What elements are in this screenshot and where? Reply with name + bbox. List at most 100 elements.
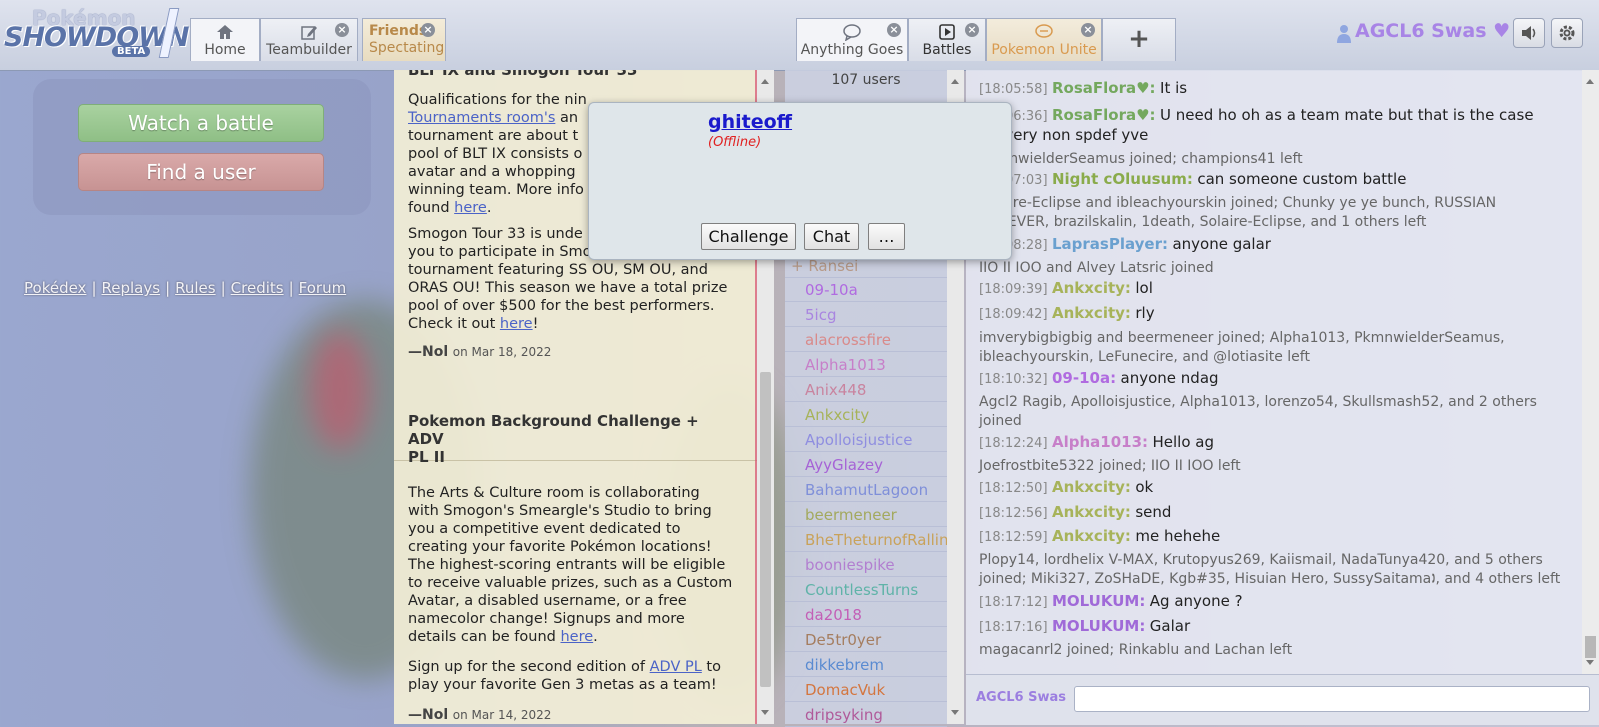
user-list-item[interactable]: booniespike [785, 553, 947, 577]
scroll-down-icon[interactable] [1586, 660, 1594, 665]
footer-links: Pokédex | Replays | Rules | Credits | Forum [24, 279, 346, 297]
chat-notice: Solaire-Eclipse and ibleachyourskin join… [979, 194, 1575, 232]
user-list-item[interactable]: 09-10a [785, 278, 947, 302]
message-username[interactable]: RosaFlora♥: [1052, 106, 1156, 124]
message-username[interactable]: RosaFlora♥: [1052, 79, 1156, 97]
message-username[interactable]: 09-10a: [1052, 369, 1116, 387]
link-separator: | [288, 279, 294, 297]
showdown-logo[interactable]: Pokémon SHOWDOWN BETA [4, 4, 190, 60]
new-tab-button[interactable]: + [1102, 18, 1176, 61]
find-user-button[interactable]: Find a user [78, 153, 324, 191]
close-icon[interactable]: × [887, 23, 901, 37]
pokedex-link[interactable]: Pokédex [24, 279, 86, 297]
watch-battle-button[interactable]: Watch a battle [78, 104, 324, 142]
message-text: Galar [1149, 617, 1191, 635]
popup-username-link[interactable]: ghiteoff [708, 111, 792, 133]
chat-notice: Plopy14, lordhelix V-MAX, Krutopyus269, … [979, 551, 1575, 589]
message-text: ok [1135, 478, 1154, 496]
message-username[interactable]: Alpha1013: [1052, 433, 1148, 451]
more-options-button[interactable]: … [868, 223, 905, 250]
scroll-down-icon[interactable] [951, 710, 959, 715]
here-link[interactable]: here [454, 200, 487, 216]
chat-notice: PkmnwielderSeamus joined; champions41 le… [979, 150, 1575, 169]
message-username[interactable]: Ankxcity: [1052, 527, 1131, 545]
forum-link[interactable]: Forum [299, 279, 347, 297]
rules-link[interactable]: Rules [175, 279, 215, 297]
chat-notice: IIO II IOO and Alvey Latsric joined [979, 259, 1575, 278]
news-text: pool of BLT IX consists o [408, 146, 583, 162]
sound-button[interactable] [1513, 18, 1545, 48]
user-list-item[interactable]: dripsyking [785, 703, 947, 727]
user-list-item[interactable]: Apolloisjustice [785, 428, 947, 452]
chat-button[interactable]: Chat [804, 223, 859, 250]
adv-pl-link[interactable]: ADV PL [650, 659, 702, 675]
scroll-up-icon[interactable] [761, 79, 769, 84]
user-list-item[interactable]: De5tr0yer [785, 628, 947, 652]
scroll-up-icon[interactable] [951, 79, 959, 84]
here-link[interactable]: here [500, 316, 533, 332]
user-list-item[interactable]: beermeneer [785, 503, 947, 527]
close-icon[interactable]: × [965, 23, 979, 37]
chat-scroll-thumb[interactable] [1585, 636, 1596, 658]
user-list-item[interactable]: alacrossfire [785, 328, 947, 352]
chat-message: [18:12:56] Ankxcity: send [979, 503, 1575, 523]
user-count[interactable]: 107 users [785, 72, 947, 88]
message-username[interactable]: MOLUKUM: [1052, 592, 1145, 610]
scroll-down-icon[interactable] [761, 710, 769, 715]
message-text: send [1135, 503, 1172, 521]
close-icon[interactable]: × [421, 23, 435, 37]
message-username[interactable]: Ankxcity: [1052, 503, 1131, 521]
settings-button[interactable] [1551, 18, 1583, 48]
tab-pokemon-unite[interactable]: Pokemon Unite × [986, 18, 1102, 61]
user-list-item[interactable]: AyyGlazey [785, 453, 947, 477]
current-username[interactable]: AGCL6 Swas ♥ [1355, 20, 1510, 42]
chat-message-input[interactable] [1074, 686, 1590, 712]
tab-anything-goes[interactable]: Anything Goes × [796, 18, 908, 61]
scroll-up-icon[interactable] [1586, 79, 1594, 84]
message-username[interactable]: Ankxcity: [1052, 478, 1131, 496]
news-text: with Smogon's Smeargle's Studio to bring [408, 503, 712, 519]
news-scroll-thumb[interactable] [760, 372, 771, 687]
chat-scrollbar[interactable] [1582, 70, 1599, 674]
user-list-item[interactable]: 5icg [785, 303, 947, 327]
user-list-item[interactable]: BheTheturnofRalling [785, 528, 947, 552]
user-list-item[interactable]: DomacVuk [785, 678, 947, 702]
message-username[interactable]: Ankxcity: [1052, 304, 1131, 322]
user-list-item[interactable]: Anix448 [785, 378, 947, 402]
user-list-item[interactable]: CountlessTurns [785, 578, 947, 602]
message-username[interactable]: Ankxcity: [1052, 279, 1131, 297]
news-text: Smogon Tour 33 is unde [408, 226, 583, 242]
news-date: on Mar 18, 2022 [452, 345, 552, 359]
user-list-item[interactable]: da2018 [785, 603, 947, 627]
message-text: U need ho oh as a team mate but that is … [1160, 106, 1534, 124]
message-username[interactable]: Night cOluusum: [1052, 170, 1193, 188]
tab-teambuilder[interactable]: Teambuilder × [260, 18, 358, 61]
replays-link[interactable]: Replays [102, 279, 161, 297]
here-link[interactable]: here [560, 629, 593, 645]
news-text: ORAS OU! This season we have a total pri… [408, 280, 728, 296]
notice-text: PkmnwielderSeamus joined; champions41 le… [979, 151, 1303, 167]
user-list-item[interactable]: Alpha1013 [785, 353, 947, 377]
close-icon[interactable]: × [335, 23, 349, 37]
tournaments-room-link[interactable]: Tournaments room's [408, 110, 555, 126]
message-timestamp: [18:17:16] [979, 620, 1048, 635]
message-text: can someone custom battle [1197, 170, 1407, 188]
news-text: Check it out [408, 316, 500, 332]
challenge-button[interactable]: Challenge [701, 223, 796, 250]
news-title-line: Pokemon Background Challenge + ADV [408, 412, 699, 448]
message-username[interactable]: LaprasPlayer: [1052, 235, 1168, 253]
tab-home[interactable]: Home [190, 18, 260, 61]
user-list-item[interactable]: BahamutLagoon [785, 478, 947, 502]
close-icon[interactable]: × [1081, 23, 1095, 37]
news-text: namecolor change! Signups and more [408, 611, 685, 627]
user-list-item[interactable]: Ankxcity [785, 403, 947, 427]
news-text: an [555, 110, 579, 126]
news-author: —Nol [408, 707, 449, 723]
tab-battles[interactable]: Battles × [908, 18, 986, 61]
message-username[interactable]: MOLUKUM: [1052, 617, 1145, 635]
news-text: The highest-scoring entrants will be eli… [408, 557, 726, 573]
user-list-item[interactable]: dikkebrem [785, 653, 947, 677]
credits-link[interactable]: Credits [231, 279, 284, 297]
tab-friends-spectating[interactable]: Friends Spectating × [362, 18, 446, 61]
news-text: found [408, 200, 455, 216]
